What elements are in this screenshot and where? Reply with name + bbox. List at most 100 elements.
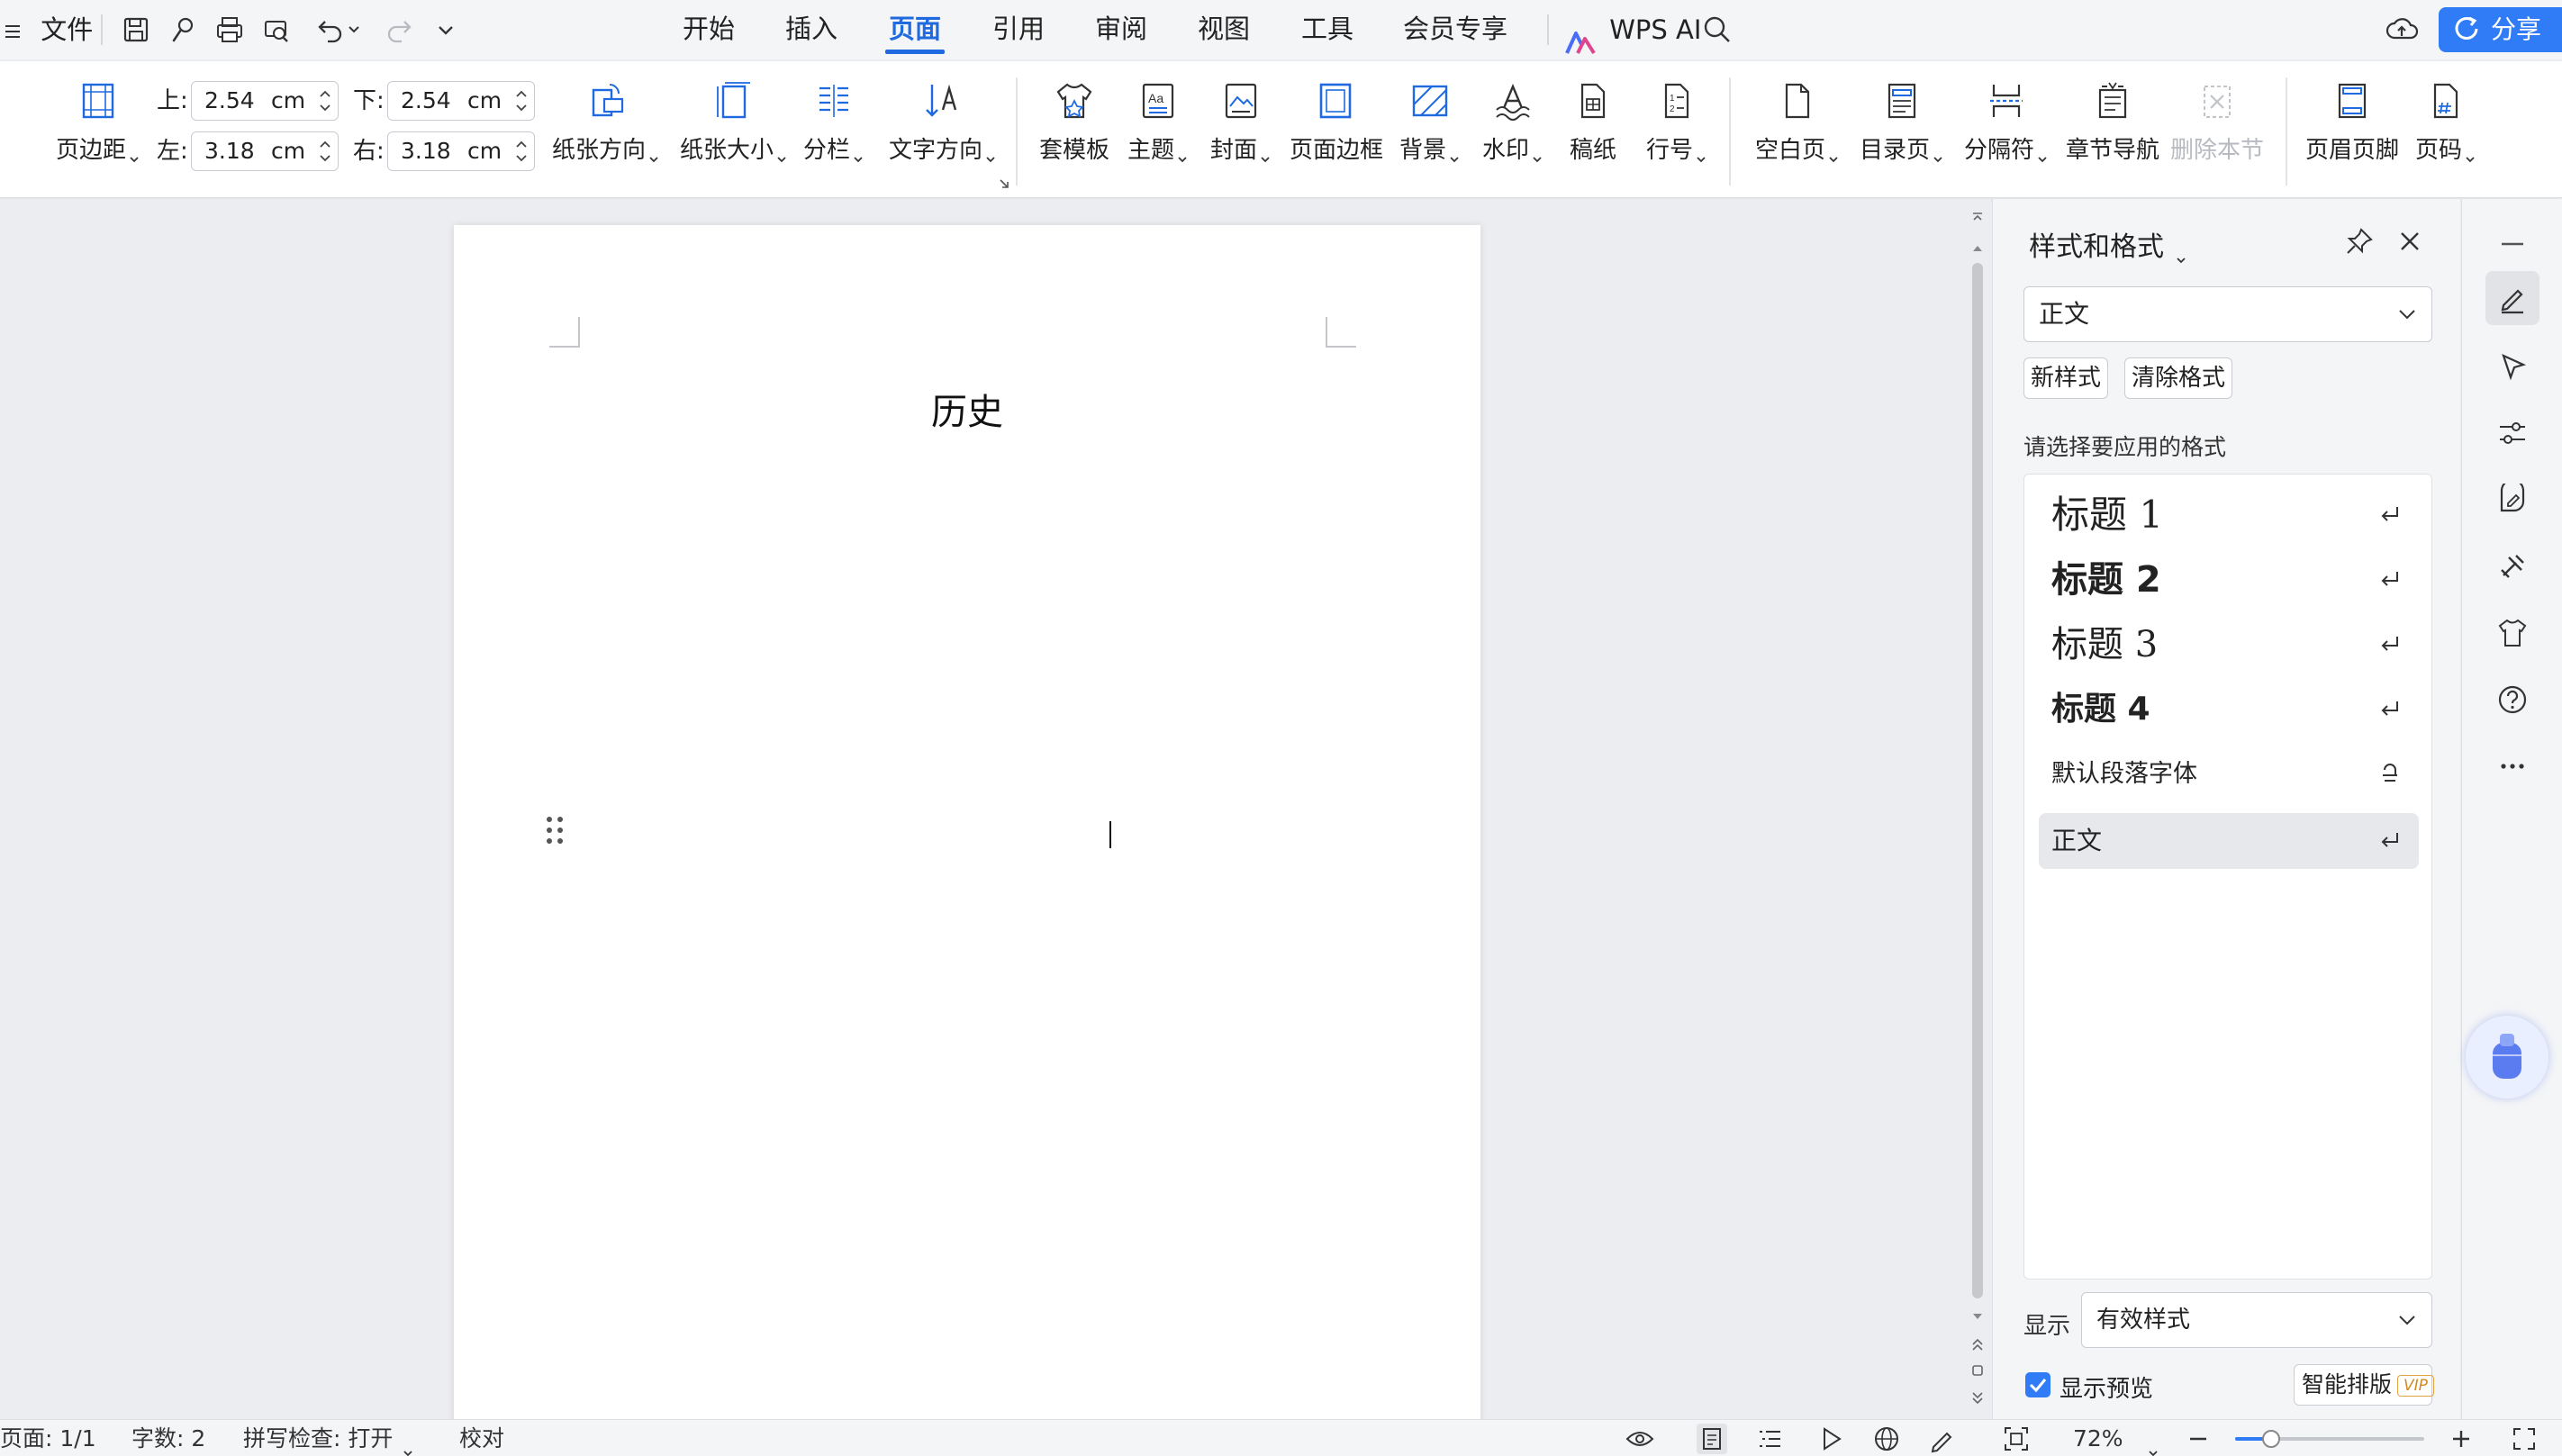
template-shirt-icon[interactable] (2485, 606, 2539, 660)
watermark-button[interactable]: 水印 (1477, 79, 1549, 185)
play-icon[interactable] (1815, 1424, 1846, 1454)
manuscript-button[interactable]: 稿纸 (1562, 79, 1625, 185)
stepper-icon[interactable] (512, 84, 530, 118)
browse-object-icon[interactable] (1970, 1363, 1985, 1378)
redo-icon[interactable] (384, 13, 418, 47)
style-item-heading-2[interactable]: 标题 2 (2039, 552, 2419, 608)
clear-format-button[interactable]: 清除格式 (2124, 357, 2232, 399)
tab-insert[interactable]: 插入 (780, 0, 843, 59)
background-button[interactable]: 背景 (1394, 79, 1466, 185)
columns-button[interactable]: 分栏 (798, 79, 870, 185)
file-menu[interactable]: 文件 (4, 0, 93, 59)
more-options-icon[interactable] (2485, 739, 2539, 793)
page-indicator[interactable]: 页面: 1/1 (0, 1420, 96, 1456)
smart-layout-button[interactable]: 智能排版 VIP (2294, 1364, 2434, 1406)
blank-page-button[interactable]: 空白页 (1751, 79, 1844, 185)
dialog-launcher-icon[interactable] (998, 176, 1010, 189)
undo-icon[interactable] (312, 13, 364, 47)
page-border-button[interactable]: 页面边框 (1290, 79, 1383, 185)
new-style-button[interactable]: 新样式 (2023, 357, 2108, 399)
margin-top-input[interactable]: 2.54 cm (191, 81, 339, 121)
text-direction-button[interactable]: 文字方向 (886, 79, 1000, 185)
scroll-up-icon[interactable] (1970, 241, 1985, 254)
page-number-button[interactable]: 页码 (2410, 79, 2482, 185)
scroll-down-icon[interactable] (1970, 1309, 1985, 1322)
cover-button[interactable]: 封面 (1205, 79, 1277, 185)
current-style-select[interactable]: 正文 (2023, 286, 2432, 342)
doc-edit-icon[interactable] (2485, 473, 2539, 527)
close-icon[interactable] (2395, 226, 2425, 257)
header-footer-button[interactable]: 页眉页脚 (2305, 79, 2399, 185)
pane-title[interactable]: 样式和格式 (2029, 224, 2187, 264)
margin-right-input[interactable]: 3.18 cm (387, 131, 535, 171)
proofread-button[interactable]: 校对 (459, 1420, 504, 1456)
zoom-slider-thumb[interactable] (2261, 1430, 2280, 1448)
document-page[interactable]: 历史 (454, 225, 1480, 1423)
tab-references[interactable]: 引用 (987, 0, 1050, 59)
cloud-upload-icon[interactable] (2385, 13, 2419, 47)
show-filter-select[interactable]: 有效样式 (2081, 1292, 2432, 1348)
fullscreen-icon[interactable] (2509, 1424, 2539, 1454)
print-preview-icon[interactable] (259, 13, 294, 47)
format-painter-icon[interactable] (166, 13, 200, 47)
style-item-heading-4[interactable]: 标题 4 (2039, 682, 2419, 737)
separator-button[interactable]: 分隔符 (1960, 79, 2053, 185)
save-icon[interactable] (119, 13, 153, 47)
outline-view-icon[interactable] (1754, 1424, 1785, 1454)
document-title[interactable]: 历史 (454, 383, 1480, 435)
fit-page-icon[interactable] (2001, 1424, 2032, 1454)
template-button[interactable]: 套模板 (1036, 79, 1113, 185)
paper-size-button[interactable]: 纸张大小 (677, 79, 791, 185)
stepper-icon[interactable] (512, 134, 530, 168)
line-number-button[interactable]: 12 行号 (1641, 79, 1713, 185)
zoom-out-icon[interactable] (2183, 1424, 2213, 1454)
floating-assistant-icon[interactable] (2466, 1016, 2548, 1099)
scroll-top-icon[interactable] (1970, 211, 1985, 225)
search-icon[interactable] (1700, 13, 1734, 47)
pin-icon[interactable] (2344, 226, 2375, 257)
show-preview-checkbox[interactable] (2025, 1372, 2051, 1397)
margin-left-input[interactable]: 3.18 cm (191, 131, 339, 171)
adjust-sliders-icon[interactable] (2485, 406, 2539, 460)
style-item-heading-1[interactable]: 标题 1 (2039, 487, 2419, 543)
tab-page[interactable]: 页面 (883, 0, 946, 59)
margins-button[interactable]: 页边距 (49, 79, 148, 185)
chapter-nav-button[interactable]: 章节导航 (2066, 79, 2159, 185)
drag-handle-icon[interactable] (544, 815, 566, 846)
tab-home[interactable]: 开始 (677, 0, 740, 59)
tab-member[interactable]: 会员专享 (1399, 0, 1511, 59)
select-cursor-icon[interactable] (2485, 339, 2539, 393)
tab-tools[interactable]: 工具 (1296, 0, 1359, 59)
spell-check-toggle[interactable]: 拼写检查: 打开 (243, 1420, 414, 1456)
print-icon[interactable] (213, 13, 247, 47)
web-view-icon[interactable] (1871, 1424, 1902, 1454)
theme-button[interactable]: Aa 主题 (1122, 79, 1194, 185)
orientation-button[interactable]: 纸张方向 (549, 79, 663, 185)
share-button[interactable]: 分享 (2439, 7, 2562, 52)
style-item-body[interactable]: 正文 (2039, 813, 2419, 869)
pen-write-icon[interactable] (1927, 1424, 1958, 1454)
stepper-icon[interactable] (316, 84, 334, 118)
tools-icon[interactable] (2485, 539, 2539, 593)
toc-page-button[interactable]: 目录页 (1855, 79, 1949, 185)
eye-protection-icon[interactable] (1625, 1424, 1655, 1454)
word-count[interactable]: 字数: 2 (131, 1420, 205, 1456)
stepper-icon[interactable] (316, 134, 334, 168)
vertical-scrollbar[interactable] (1965, 207, 1990, 1419)
minimize-rail-icon[interactable] (2485, 217, 2539, 271)
help-icon[interactable] (2485, 673, 2539, 727)
wps-ai-button[interactable]: WPS AI (1565, 0, 1701, 59)
page-view-icon[interactable] (1697, 1424, 1727, 1454)
zoom-level-select[interactable]: 72% (2073, 1420, 2159, 1456)
margin-bottom-input[interactable]: 2.54 cm (387, 81, 535, 121)
tab-review[interactable]: 审阅 (1090, 0, 1153, 59)
next-page-icon[interactable] (1970, 1390, 1985, 1406)
previous-page-icon[interactable] (1970, 1336, 1985, 1352)
show-preview-label[interactable]: 显示预览 (2060, 1370, 2153, 1404)
zoom-in-icon[interactable] (2446, 1424, 2476, 1454)
style-pen-icon[interactable] (2485, 271, 2539, 325)
scroll-thumb[interactable] (1972, 263, 1983, 1298)
style-item-heading-3[interactable]: 标题 3 (2039, 617, 2419, 673)
tab-view[interactable]: 视图 (1192, 0, 1255, 59)
style-item-default-font[interactable]: 默认段落字体 (2039, 746, 2419, 802)
